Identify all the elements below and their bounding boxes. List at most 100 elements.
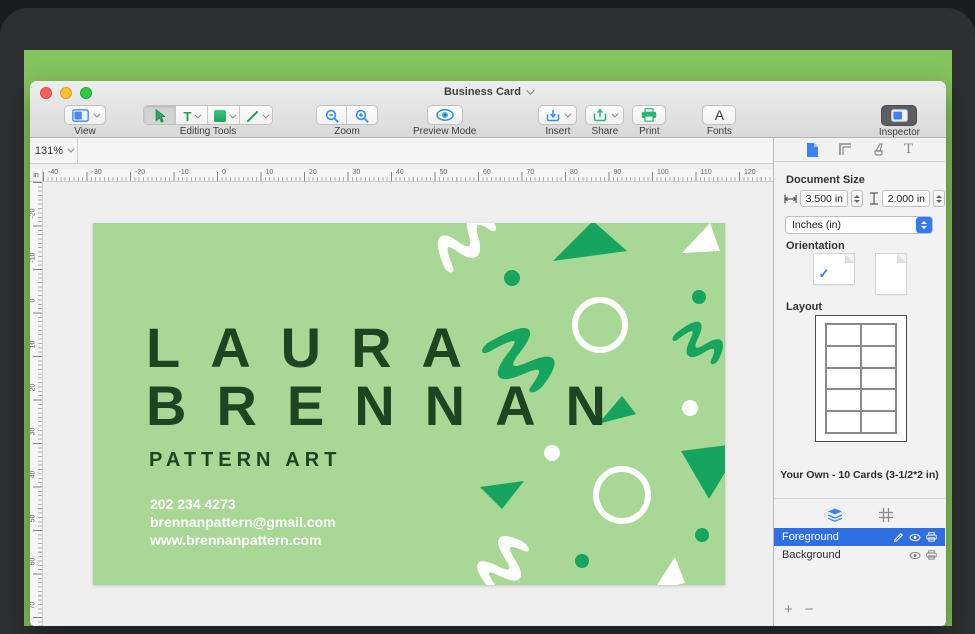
orientation-options: ✓ [774,254,945,294]
ruler-label: 60 [483,169,491,176]
zoom-window-button[interactable] [80,87,92,99]
units-dropdown[interactable]: Inches (in) [785,216,933,234]
minimize-button[interactable] [60,87,72,99]
white-dot [682,400,698,416]
insert-button[interactable] [538,105,577,125]
ruler-label: -10 [30,251,37,263]
window-title: Business Card [444,86,521,98]
pencil-icon[interactable] [893,532,904,543]
canvas[interactable]: in -40-30-20-100102030405060708090100110… [30,164,773,626]
layers-icon[interactable] [827,508,843,522]
card-website: www.brennanpattern.com [150,531,336,549]
ruler-unit-corner: in [30,169,43,182]
grid-icon[interactable] [879,508,893,522]
layer-name: Background [782,549,904,561]
zoom-out-button[interactable] [317,106,347,125]
h-ruler: -40-30-20-100102030405060708090100110120 [43,169,773,182]
ruler-label: -30 [92,169,102,176]
printer-icon [641,108,657,122]
zoom-group: Zoom [316,105,378,137]
editing-tools-control: T [143,105,273,125]
layout-cell [826,389,861,411]
layer-row[interactable]: Foreground [774,528,945,546]
visibility-eye-icon[interactable] [909,533,921,542]
layers-panel-tabs [774,504,945,526]
canvas-subbar: 131% [30,138,773,164]
remove-layer-button[interactable]: − [805,601,814,618]
ruler-label: 70 [30,599,37,611]
width-input[interactable] [800,190,848,207]
ruler-label: 110 [701,169,712,176]
tab-appearance-icon[interactable] [871,142,886,157]
chevron-down-icon [229,111,236,118]
card-email: brennanpattern@gmail.com [150,513,336,531]
ruler-label: 20 [30,382,37,394]
tab-margins-icon[interactable] [838,142,853,157]
layer-actions: + − [784,601,814,618]
insert-label: Insert [545,126,570,137]
layout-preview[interactable] [815,315,907,442]
orientation-landscape-option[interactable]: ✓ [814,254,854,284]
layer-row[interactable]: Background [774,546,945,564]
green-triangle [553,223,627,261]
select-tool-button[interactable] [144,106,176,125]
layout-cell [826,411,861,433]
width-stepper[interactable] [851,190,863,207]
units-value: Inches (in) [786,219,916,231]
page-fold-icon [897,254,906,263]
window-title-menu[interactable]: Business Card [444,86,532,98]
layer-name: Foreground [782,531,888,543]
tab-document-icon[interactable] [806,142,819,158]
ruler-label: 10 [30,338,37,350]
page-fold-icon [845,254,854,263]
view-label: View [74,126,96,137]
share-button[interactable] [585,105,624,125]
v-ruler: -20-10010203040506070 [30,182,43,626]
height-stepper[interactable] [933,190,945,207]
view-button[interactable] [64,105,106,125]
orientation-portrait-option[interactable] [876,254,906,294]
workspace: 131% in -40-30-20-1001020304050607080901… [30,138,774,626]
close-button[interactable] [40,87,52,99]
traffic-lights [40,87,92,99]
text-tool-button[interactable]: T [176,106,208,125]
fonts-icon: A [715,107,724,123]
ruler-label: 100 [657,169,669,176]
inspector-button[interactable] [881,105,917,126]
insert-group: Insert [538,105,577,137]
green-triangle [681,443,725,499]
visibility-eye-icon[interactable] [909,551,921,560]
green-triangle [480,479,524,509]
zoom-in-button[interactable] [347,106,377,125]
monitor-bezel: Business Card View [0,8,975,634]
layer-print-icon[interactable] [926,532,937,542]
green-squiggle [665,311,725,381]
ruler-label: 80 [570,169,578,176]
inspector-panel-icon [891,109,908,122]
preview-mode-button[interactable] [427,105,463,125]
card-subtitle: PATTERN ART [149,449,341,472]
print-button[interactable] [632,105,666,125]
zoom-level-dropdown[interactable]: 131% [30,138,78,163]
card-phone: 202 234 4273 [150,495,336,513]
main-area: 131% in -40-30-20-1001020304050607080901… [30,138,946,626]
editing-tools-label: Editing Tools [180,126,237,137]
business-card[interactable]: LAURABRENNAN PATTERN ART 202 234 4273 br… [93,223,725,585]
green-dot [695,528,709,542]
inspector-label: Inspector [879,127,920,138]
preview-group: Preview Mode [413,105,476,137]
add-layer-button[interactable]: + [784,601,793,618]
chevron-down-icon [262,111,269,118]
shape-tool-icon [214,110,226,122]
height-icon [869,192,879,205]
divider [774,498,945,499]
shape-tool-button[interactable] [208,106,240,125]
document-size-label: Document Size [786,174,865,186]
tab-text-icon[interactable]: T [904,142,913,157]
fonts-button[interactable]: A [702,105,736,125]
ruler-label: 90 [614,169,622,176]
zoom-level-value: 131% [35,145,63,157]
height-input[interactable] [882,190,930,207]
line-tool-button[interactable] [240,106,272,125]
layer-print-icon[interactable] [926,550,937,560]
